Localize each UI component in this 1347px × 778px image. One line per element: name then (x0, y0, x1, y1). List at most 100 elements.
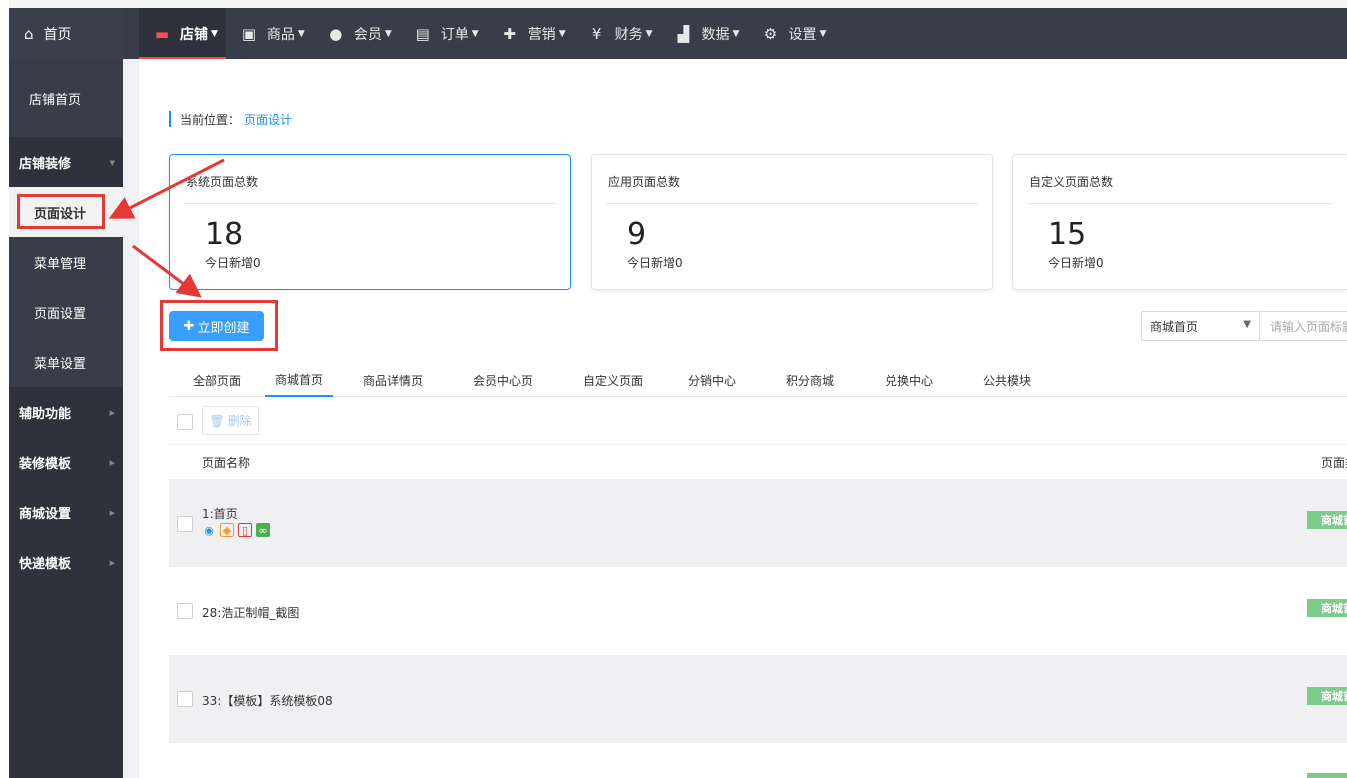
tab-goods-detail[interactable]: 商品详情页 (333, 363, 453, 397)
row-checkbox[interactable] (177, 691, 193, 707)
divider (606, 203, 978, 204)
nav-item-label: 数据 (701, 26, 730, 43)
sidebar-group-aux[interactable]: 辅助功能 ▶ (9, 387, 123, 437)
nav-home-label: 首页 (43, 26, 72, 43)
table-toolbar: 🗑 删除 (169, 397, 1347, 445)
stat-title: 应用页面总数 (608, 175, 681, 189)
trash-icon: 🗑 (209, 413, 225, 428)
tab-custom[interactable]: 自定义页面 (553, 363, 673, 397)
breadcrumb-current[interactable]: 页面设计 (244, 111, 292, 128)
goods-icon: ▣ (241, 24, 257, 43)
table-row[interactable] (169, 743, 1347, 778)
chevron-down-icon: ▼ (384, 28, 392, 39)
nav-item-store[interactable]: ▬ 店铺 ▼ (139, 8, 226, 59)
table-row[interactable]: 1:首页 ◉ ◆ ▯ ∞ 商城首页 (169, 479, 1347, 567)
nav-item-label: 会员 (353, 26, 382, 43)
stat-sub: 今日新增0 (1048, 256, 1104, 270)
row-checkbox[interactable] (177, 516, 193, 532)
sidebar-item-store-home[interactable]: 店铺首页 (9, 59, 123, 137)
page-type-badge: 商城首页 (1307, 599, 1347, 617)
tab-exchange[interactable]: 兑换中心 (869, 363, 949, 397)
sidebar-group-decoration[interactable]: 店铺装修 ▼ (9, 137, 123, 187)
stat-value: 15 (1048, 217, 1087, 252)
annotation-highlight-box (17, 194, 105, 229)
tab-all[interactable]: 全部页面 (169, 363, 265, 397)
tab-public-modules[interactable]: 公共模块 (949, 363, 1065, 397)
left-edge (0, 0, 9, 778)
sidebar-group-label: 辅助功能 (19, 406, 72, 422)
tab-member-center[interactable]: 会员中心页 (453, 363, 553, 397)
sidebar-group-express[interactable]: 快递模板 ▶ (9, 537, 123, 587)
column-header-name: 页面名称 (202, 456, 251, 470)
nav-home[interactable]: ⌂ 首页 (9, 8, 123, 59)
stat-sub: 今日新增0 (627, 256, 683, 270)
page-type-badge: 商城首页 (1307, 511, 1347, 529)
chevron-down-icon: ▼ (558, 28, 566, 39)
page-name: 28:浩正制帽_截图 (202, 606, 300, 620)
stat-value: 9 (627, 217, 647, 252)
plus-icon: ✚ (183, 318, 195, 334)
nav-item-orders[interactable]: ▤ 订单 ▼ (400, 8, 487, 59)
create-page-button[interactable]: ✚ 立即创建 (169, 311, 264, 341)
stat-card-app[interactable]: 应用页面总数 9 今日新增0 (591, 154, 993, 290)
nav-item-data[interactable]: ▟ 数据 ▼ (661, 8, 748, 59)
tab-mall-home[interactable]: 商城首页 (265, 363, 333, 397)
chevron-down-icon: ▼ (471, 28, 479, 39)
chevron-down-icon: ▼ (732, 28, 740, 39)
table-row[interactable]: 33:【模板】系统模板08 商城首页 (169, 655, 1347, 743)
sidebar-group-label: 快递模板 (19, 556, 72, 572)
caret-right-icon: ▶ (109, 559, 115, 567)
caret-right-icon: ▶ (109, 409, 115, 417)
nav-item-label: 营销 (527, 26, 556, 43)
sidebar-item-menu-manage[interactable]: 菜单管理 (9, 237, 123, 287)
breadcrumb-label: 当前位置： (180, 112, 241, 127)
platform-icons: ◉ ◆ ▯ ∞ (202, 523, 270, 537)
nav-item-label: 店铺 (180, 26, 208, 43)
chevron-down-icon: ▼ (645, 28, 653, 39)
chevron-down-icon: ▼ (211, 28, 218, 39)
stat-card-custom[interactable]: 自定义页面总数 15 今日新增0 (1012, 154, 1347, 290)
tab-distribution[interactable]: 分销中心 (673, 363, 751, 397)
main-content: 当前位置： 页面设计 系统页面总数 18 今日新增0 应用页面总数 9 今日新增… (123, 59, 1347, 778)
select-value: 商城首页 (1150, 319, 1199, 334)
table-row[interactable]: 28:浩正制帽_截图 商城首页 (169, 567, 1347, 655)
sidebar-item-menu-settings[interactable]: 菜单设置 (9, 337, 123, 387)
page-name: 1:首页 (202, 507, 238, 521)
nav-item-settings[interactable]: ⚙ 设置 ▼ (747, 8, 834, 59)
tab-points-mall[interactable]: 积分商城 (751, 363, 869, 397)
select-all-checkbox[interactable] (177, 414, 193, 430)
sidebar-group-mall-settings[interactable]: 商城设置 ▶ (9, 487, 123, 537)
nav-menu: ▬ 店铺 ▼ ▣ 商品 ▼ ● 会员 ▼ ▤ 订单 ▼ ✚ 营销 ▼ ¥ 财务 … (139, 8, 834, 59)
nav-item-finance[interactable]: ¥ 财务 ▼ (574, 8, 661, 59)
search-input[interactable]: 请输入页面标题 (1260, 311, 1347, 341)
nav-item-label: 财务 (614, 26, 643, 43)
chevron-down-icon: ▼ (819, 28, 827, 39)
table-header: 页面名称 页面类型 (169, 445, 1347, 479)
page-type-select[interactable]: 商城首页 ▼ (1141, 311, 1260, 341)
nav-item-members[interactable]: ● 会员 ▼ (313, 8, 400, 59)
delete-label: 删除 (227, 414, 252, 428)
home-icon: ⌂ (24, 24, 34, 43)
nav-item-label: 商品 (266, 26, 295, 43)
caret-right-icon: ▶ (109, 459, 115, 467)
content-panel: 当前位置： 页面设计 系统页面总数 18 今日新增0 应用页面总数 9 今日新增… (139, 59, 1347, 778)
row-checkbox[interactable] (177, 603, 193, 619)
nav-item-goods[interactable]: ▣ 商品 ▼ (226, 8, 313, 59)
chevron-down-icon: ▼ (1243, 319, 1251, 330)
top-navigation: ⌂ 首页 ▬ 店铺 ▼ ▣ 商品 ▼ ● 会员 ▼ ▤ 订单 ▼ ✚ 营销 ▼ (9, 8, 1347, 59)
delete-button[interactable]: 🗑 删除 (202, 406, 259, 435)
stat-card-system[interactable]: 系统页面总数 18 今日新增0 (169, 154, 571, 290)
page-name: 33:【模板】系统模板08 (202, 694, 333, 708)
sidebar-group-templates[interactable]: 装修模板 ▶ (9, 437, 123, 487)
money-bag-icon: ¥ (591, 24, 602, 43)
nav-item-marketing[interactable]: ✚ 营销 ▼ (487, 8, 574, 59)
sidebar-group-label: 装修模板 (19, 456, 72, 472)
caret-down-icon: ▼ (109, 159, 115, 167)
sidebar-item-page-settings[interactable]: 页面设置 (9, 287, 123, 337)
page-type-badge: 商城首页 (1307, 687, 1347, 705)
column-header-type: 页面类型 (1321, 456, 1347, 470)
stat-title: 系统页面总数 (186, 175, 259, 189)
wechat-icon: ◉ (204, 523, 214, 537)
nav-item-label: 订单 (440, 26, 469, 43)
chevron-down-icon: ▼ (297, 28, 305, 39)
